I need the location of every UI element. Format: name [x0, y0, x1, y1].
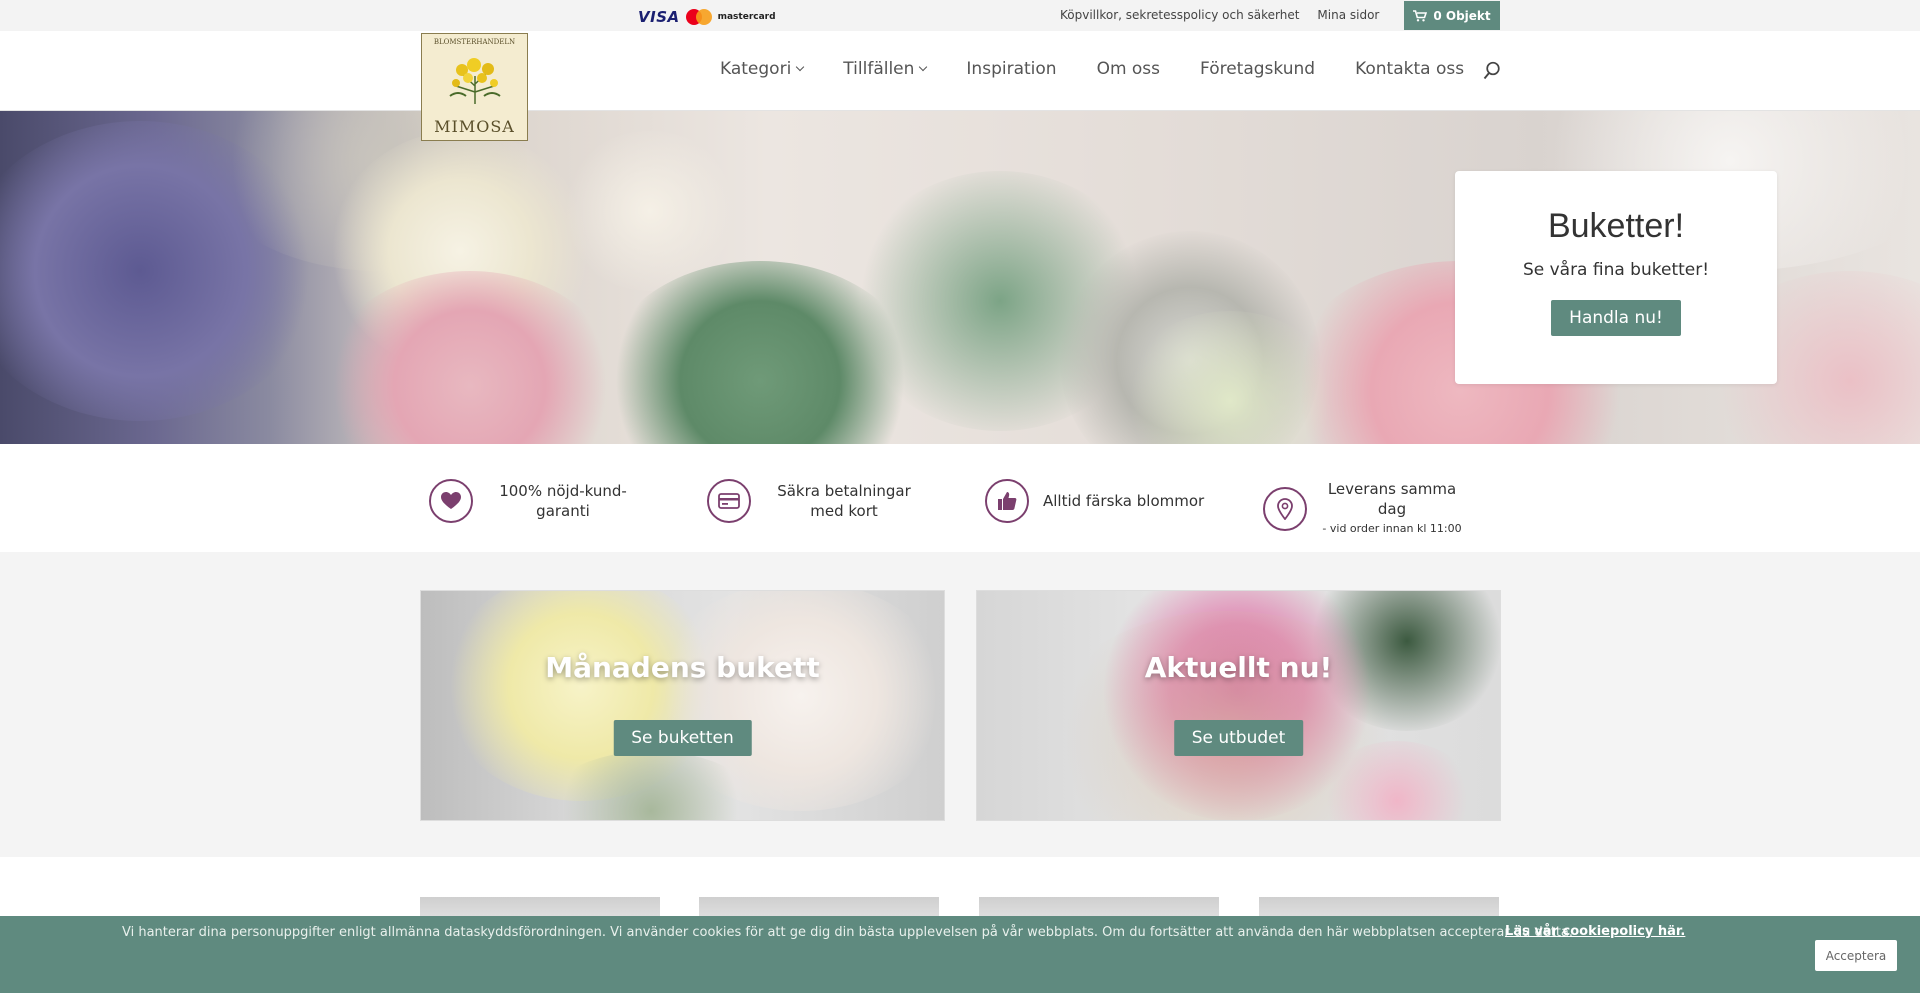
nav-item-kategori[interactable]: Kategori	[720, 59, 805, 79]
feature-text: Leverans samma dag - vid order innan kl …	[1317, 479, 1467, 539]
payment-logos: VISA mastercard	[638, 8, 776, 26]
feature-strip: 100% nöjd-kund-garanti Säkra betalningar…	[0, 444, 1920, 552]
feature-text: Alltid färska blommor	[1043, 492, 1205, 510]
mastercard-label: mastercard	[717, 12, 776, 22]
top-links: Köpvillkor, sekretesspolicy och säkerhet…	[1060, 8, 1379, 22]
hero-banner: Buketter! Se våra fina buketter! Handla …	[0, 111, 1920, 444]
hero-title: Buketter!	[1547, 207, 1685, 245]
see-range-button[interactable]: Se utbudet	[1173, 720, 1304, 756]
top-bar: VISA mastercard Köpvillkor, sekretesspol…	[0, 0, 1920, 31]
nav-label: Företagskund	[1200, 59, 1316, 79]
chevron-down-icon	[919, 62, 928, 72]
feature-guarantee: 100% nöjd-kund-garanti	[429, 479, 643, 523]
feature-text: Säkra betalningar med kort	[777, 482, 911, 520]
promo-card-monthly[interactable]: Månadens bukett Se buketten	[420, 590, 945, 821]
visa-logo: VISA	[638, 8, 680, 26]
promo-card-current[interactable]: Aktuellt nu! Se utbudet	[976, 590, 1501, 821]
cookie-policy-link[interactable]: Läs vår cookiepolicy här.	[1505, 924, 1685, 939]
mimosa-logo[interactable]: BLOMSTERHANDELN MIMOSA	[421, 33, 528, 141]
hero-subtitle: Se våra fina buketter!	[1522, 260, 1710, 280]
my-pages-link[interactable]: Mina sidor	[1317, 8, 1379, 22]
cookie-banner: Vi hanterar dina personuppgifter enligt …	[0, 916, 1920, 993]
logo-name: MIMOSA	[434, 117, 515, 136]
nav-label: Om oss	[1096, 59, 1161, 79]
promo-title: Aktuellt nu!	[1144, 651, 1333, 684]
hero-card: Buketter! Se våra fina buketter! Handla …	[1455, 171, 1777, 384]
feature-text: 100% nöjd-kund-garanti	[499, 482, 627, 520]
cart-button[interactable]: 0 Objekt	[1404, 1, 1500, 30]
search-icon[interactable]	[1483, 61, 1501, 81]
accept-cookies-button[interactable]: Acceptera	[1815, 940, 1897, 971]
nav-label: Inspiration	[966, 59, 1057, 79]
nav-item-om-oss[interactable]: Om oss	[1097, 59, 1160, 79]
promo-title: Månadens bukett	[545, 651, 820, 684]
feature-main: Leverans samma dag	[1327, 480, 1457, 518]
nav-item-tillfallen[interactable]: Tillfällen	[843, 59, 928, 79]
cart-label: 0 Objekt	[1433, 8, 1491, 23]
shop-now-button[interactable]: Handla nu!	[1551, 300, 1681, 336]
location-pin-icon	[1263, 487, 1307, 531]
main-nav: Kategori Tillfällen Inspiration Om oss F…	[720, 59, 1464, 79]
nav-label: Tillfällen	[843, 59, 915, 79]
nav-label: Kontakta oss	[1355, 59, 1465, 79]
nav-item-foretagskund[interactable]: Företagskund	[1200, 59, 1315, 79]
chevron-down-icon	[796, 62, 805, 72]
site-header: BLOMSTERHANDELN MIMOSA Kategori Tillfäll…	[0, 31, 1920, 141]
thumbs-up-icon	[985, 479, 1029, 523]
credit-card-icon	[707, 479, 751, 523]
feature-sub: - vid order innan kl 11:00	[1322, 522, 1462, 535]
nav-item-kontakta-oss[interactable]: Kontakta oss	[1355, 59, 1464, 79]
cart-icon	[1413, 9, 1428, 21]
heart-icon	[429, 479, 473, 523]
feature-fresh: Alltid färska blommor	[985, 479, 1204, 523]
terms-link[interactable]: Köpvillkor, sekretesspolicy och säkerhet	[1060, 8, 1299, 22]
feature-payments: Säkra betalningar med kort	[707, 479, 929, 523]
cookie-text: Vi hanterar dina personuppgifter enligt …	[122, 925, 1574, 940]
feature-delivery: Leverans samma dag - vid order innan kl …	[1263, 479, 1467, 539]
logo-top-text: BLOMSTERHANDELN	[433, 38, 516, 46]
mastercard-icon	[685, 9, 712, 25]
nav-label: Kategori	[720, 59, 792, 79]
promo-section: Månadens bukett Se buketten Aktuellt nu!…	[0, 552, 1920, 857]
see-bouquet-button[interactable]: Se buketten	[613, 720, 752, 756]
nav-item-inspiration[interactable]: Inspiration	[966, 59, 1056, 79]
mimosa-flower-icon	[449, 58, 501, 104]
